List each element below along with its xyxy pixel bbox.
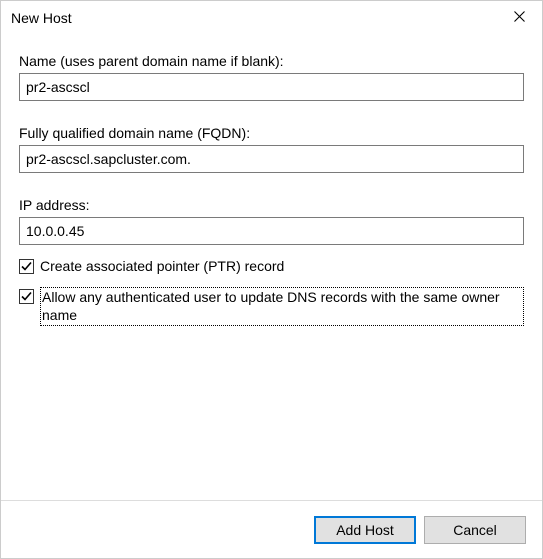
checkmark-icon xyxy=(21,291,32,302)
allow-update-checkbox-label: Allow any authenticated user to update D… xyxy=(40,287,524,325)
fqdn-label: Fully qualified domain name (FQDN): xyxy=(19,125,524,141)
titlebar: New Host xyxy=(1,1,542,35)
cancel-button[interactable]: Cancel xyxy=(424,516,526,544)
window-title: New Host xyxy=(11,10,72,26)
ptr-checkbox[interactable] xyxy=(19,259,34,274)
name-label: Name (uses parent domain name if blank): xyxy=(19,53,524,69)
ptr-checkbox-row[interactable]: Create associated pointer (PTR) record xyxy=(19,257,524,275)
dialog-footer: Add Host Cancel xyxy=(1,500,542,558)
ip-label: IP address: xyxy=(19,197,524,213)
dialog-content: Name (uses parent domain name if blank):… xyxy=(1,35,542,500)
name-input[interactable] xyxy=(19,73,524,101)
ptr-checkbox-label: Create associated pointer (PTR) record xyxy=(40,257,284,275)
add-host-button[interactable]: Add Host xyxy=(314,516,416,544)
close-button[interactable] xyxy=(496,2,542,34)
checkmark-icon xyxy=(21,261,32,272)
fqdn-input xyxy=(19,145,524,173)
new-host-dialog: New Host Name (uses parent domain name i… xyxy=(0,0,543,559)
allow-update-checkbox-row[interactable]: Allow any authenticated user to update D… xyxy=(19,287,524,325)
allow-update-checkbox[interactable] xyxy=(19,289,34,304)
close-icon xyxy=(514,9,525,27)
ip-input[interactable] xyxy=(19,217,524,245)
